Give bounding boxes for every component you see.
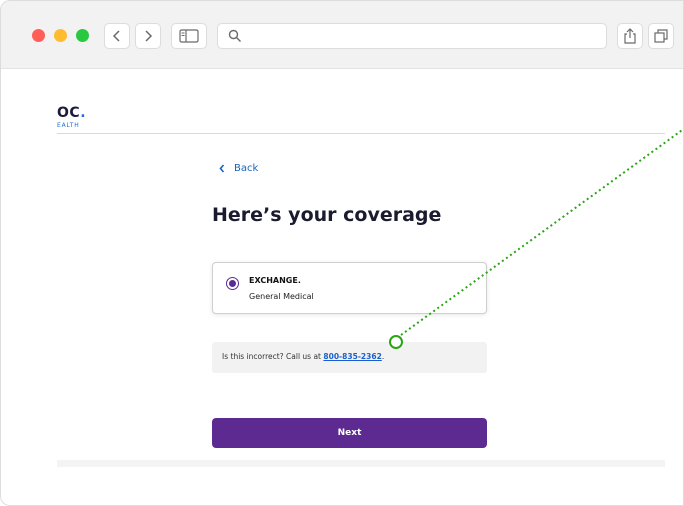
share-icon <box>624 28 636 44</box>
chevron-right-icon <box>145 30 153 42</box>
brand-logo[interactable]: OC. EALTH <box>57 105 86 129</box>
close-window-button[interactable] <box>32 29 45 42</box>
plan-subtitle: General Medical <box>249 292 314 301</box>
share-button[interactable] <box>617 23 643 49</box>
tabs-icon <box>654 29 668 43</box>
chevron-left-icon <box>219 164 225 173</box>
footer-band <box>57 460 665 467</box>
logo-subtext: EALTH <box>57 122 80 129</box>
sidebar-icon <box>179 29 199 43</box>
back-link-label: Back <box>234 163 259 174</box>
browser-forward-button[interactable] <box>135 23 161 49</box>
plan-option-card[interactable]: EXCHANGE. General Medical <box>212 262 487 314</box>
zoom-window-button[interactable] <box>76 29 89 42</box>
sidebar-toggle-button[interactable] <box>171 23 207 49</box>
logo-mark: OC. <box>57 105 86 121</box>
page-content: OC. EALTH Back Here’s your coverage EXCH… <box>1 70 683 505</box>
info-text: Is this incorrect? Call us at 800-835-23… <box>222 352 384 361</box>
minimize-window-button[interactable] <box>54 29 67 42</box>
info-suffix: . <box>381 352 385 361</box>
back-link[interactable]: Back <box>219 163 258 174</box>
info-prefix: Is this incorrect? Call us at <box>222 352 324 361</box>
incorrect-info-box: Is this incorrect? Call us at 800-835-23… <box>212 342 487 373</box>
browser-back-button[interactable] <box>104 23 130 49</box>
next-button[interactable]: Next <box>212 418 487 448</box>
tabs-overview-button[interactable] <box>648 23 674 49</box>
header-divider <box>57 133 665 134</box>
logo-mark-dot: . <box>80 105 87 121</box>
plan-radio-button[interactable] <box>226 277 239 290</box>
page-title: Here’s your coverage <box>212 204 442 226</box>
logo-mark-text: OC <box>57 105 81 121</box>
address-bar[interactable] <box>217 23 607 49</box>
browser-window: OC. EALTH Back Here’s your coverage EXCH… <box>0 0 684 506</box>
browser-toolbar <box>1 1 683 69</box>
phone-number-link[interactable]: 800-835-2362 <box>323 352 381 361</box>
plan-name: EXCHANGE. <box>249 276 301 285</box>
radio-selected-indicator <box>229 280 236 287</box>
chevron-left-icon <box>112 30 120 42</box>
search-icon <box>228 29 241 42</box>
